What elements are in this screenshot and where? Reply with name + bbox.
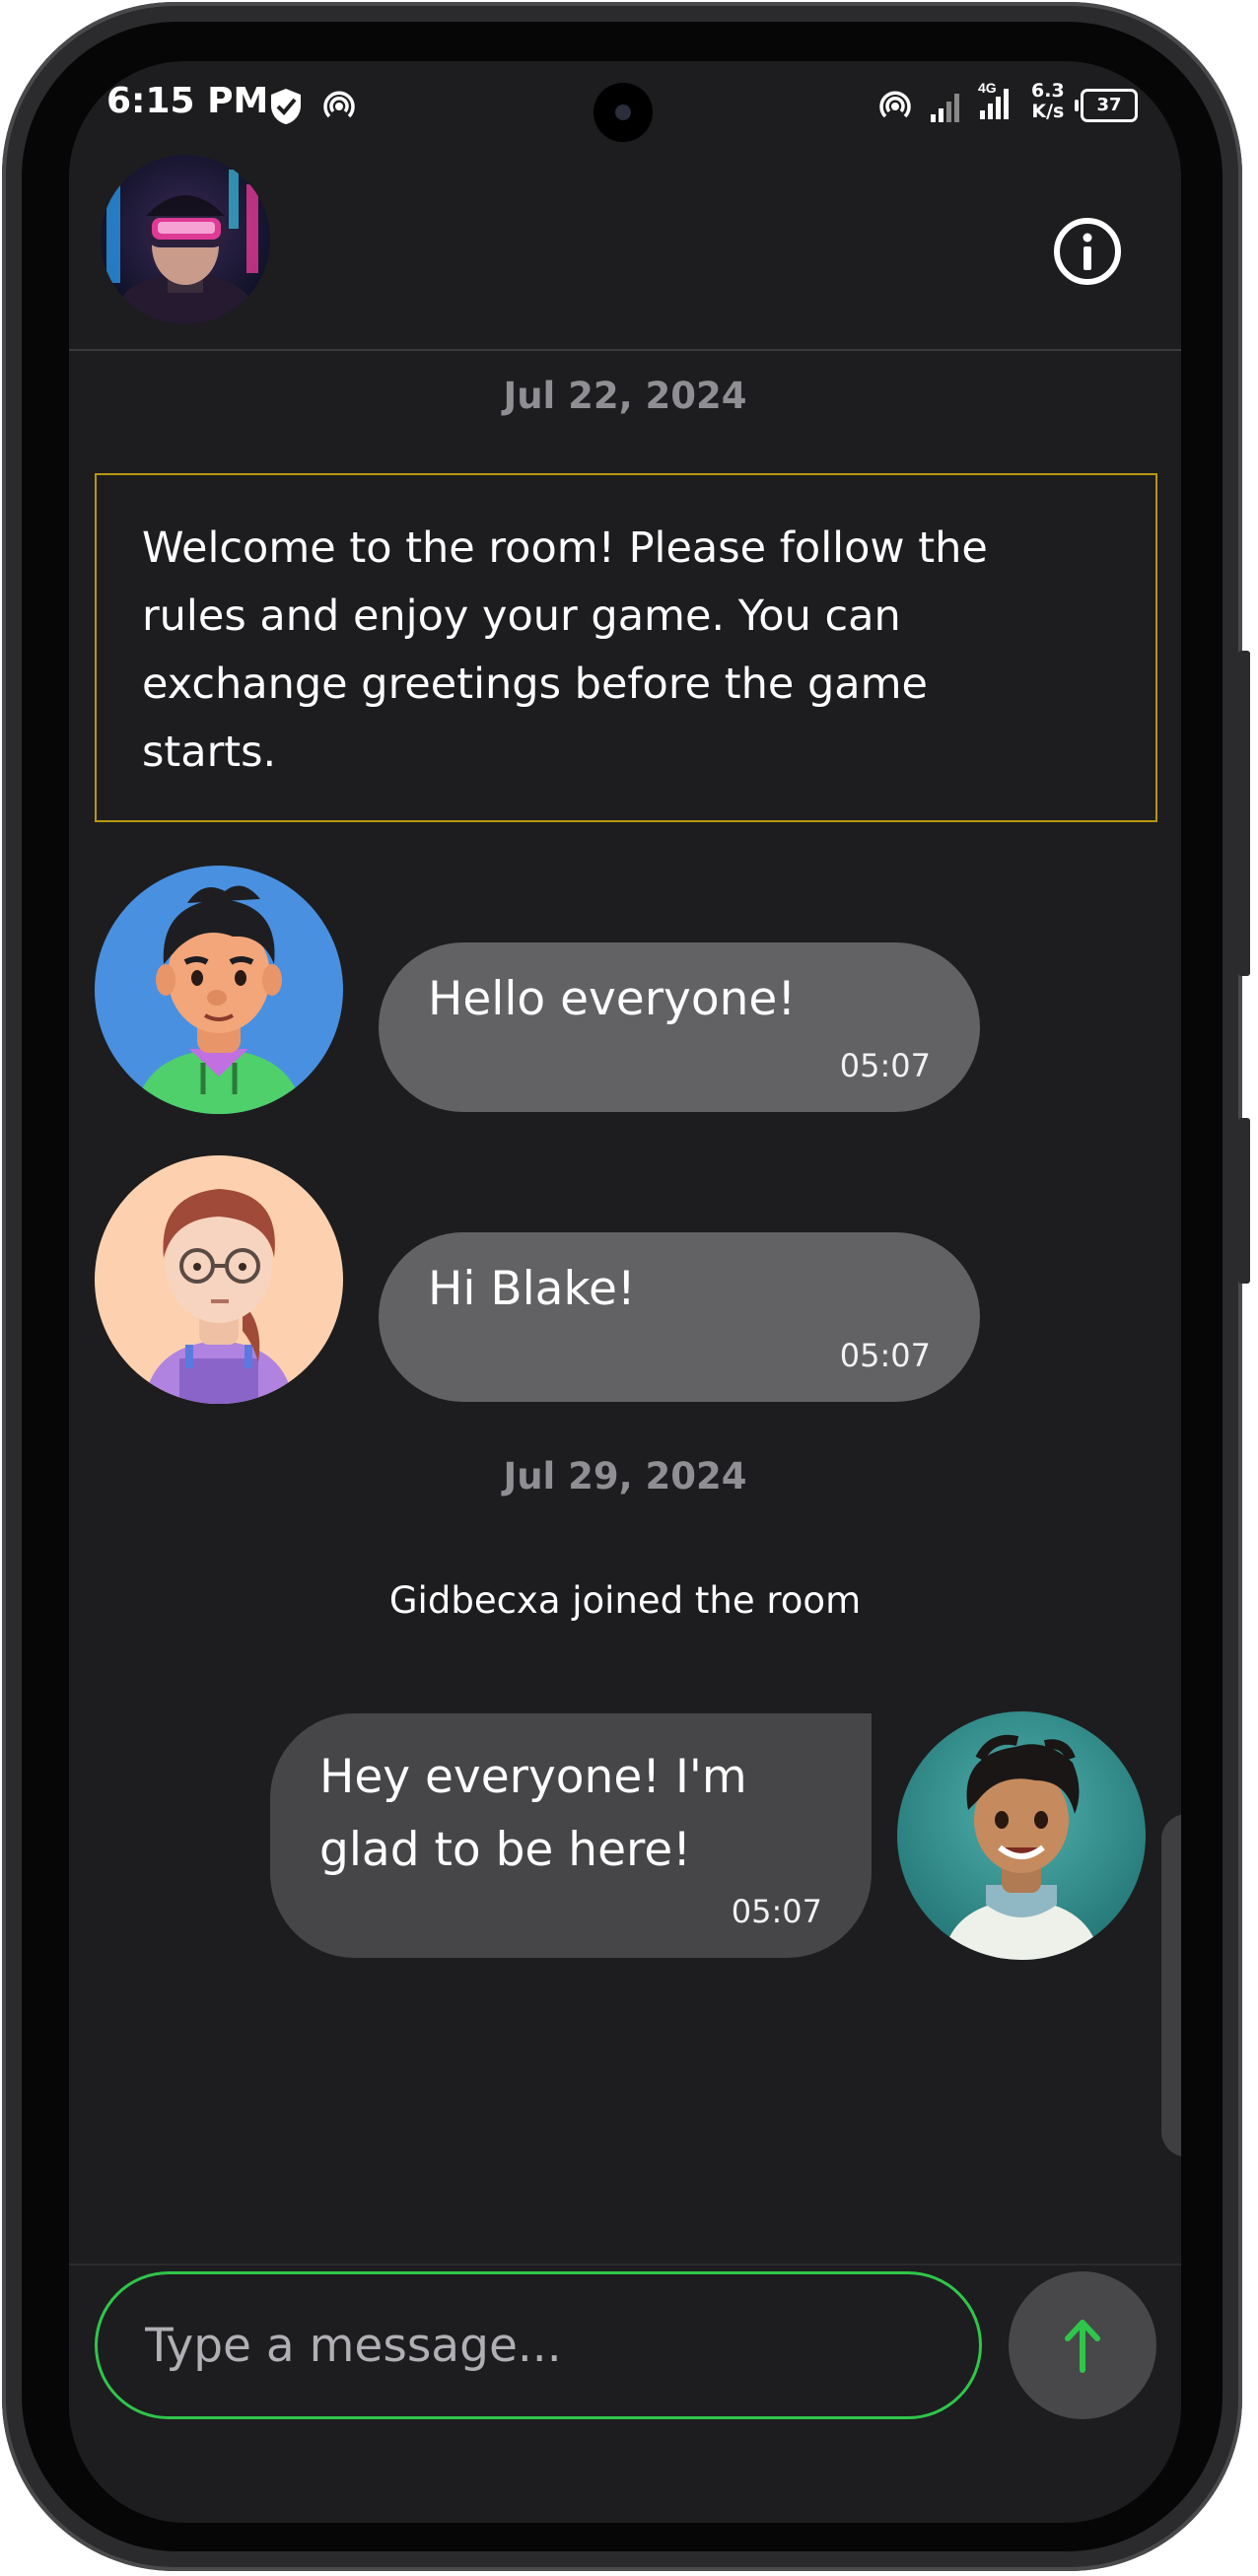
welcome-line: exchange greetings before the game [142,660,928,709]
message-input[interactable] [95,2271,982,2419]
message-time: 05:07 [839,1337,931,1374]
network-type-label: 4G [978,80,997,96]
own-message-bubble[interactable]: Hey everyone! I'm glad to be here! 05:07 [270,1713,872,1958]
message-text: Hi Blake! [428,1262,636,1316]
front-camera [594,83,653,142]
shield-check-icon [268,87,304,130]
avatar[interactable] [95,866,343,1114]
composer-divider [69,2263,1181,2265]
info-button[interactable] [1053,217,1122,286]
room-avatar[interactable] [101,155,270,324]
net-speed-unit: K/s [1031,101,1065,122]
phone-frame: 6:15 PM 4G 6.3 K/s 37 Jul 22, 2024 Welco… [2,2,1250,2571]
edge-panel-handle[interactable] [1161,1814,1181,2157]
avatar[interactable] [95,1155,343,1404]
net-speed: 6.3 K/s [1031,81,1065,122]
signal-icon [929,91,964,128]
arrow-up-icon [1065,2320,1100,2373]
welcome-line: rules and enjoy your game. You can [142,592,901,641]
welcome-notice: Welcome to the room! Please follow the r… [95,473,1157,822]
net-speed-value: 6.3 [1031,80,1065,102]
message-time: 05:07 [839,1047,931,1084]
send-button[interactable] [1009,2271,1156,2419]
header-divider [69,349,1181,351]
power-button [1238,651,1250,976]
system-message: Gidbecxa joined the room [388,1579,862,1622]
battery-level: 37 [1096,95,1122,115]
app-screen: 6:15 PM 4G 6.3 K/s 37 Jul 22, 2024 Welco… [69,61,1181,2523]
signal-4g-icon: 4G [976,79,1019,126]
own-message-line: Hey everyone! I'm [319,1750,747,1804]
own-message-line: glad to be here! [319,1823,692,1877]
welcome-line: starts. [142,728,277,777]
battery-icon: 37 [1075,89,1138,122]
status-time: 6:15 PM [106,81,269,121]
date-separator: Jul 22, 2024 [503,375,747,417]
own-avatar[interactable] [897,1711,1146,1960]
hotspot-icon [321,89,357,128]
volume-button [1238,1118,1250,1284]
date-separator: Jul 29, 2024 [503,1455,747,1497]
welcome-line: Welcome to the room! Please follow the [142,523,988,573]
message-bubble[interactable]: Hello everyone! 05:07 [379,942,980,1112]
own-message-text: Hey everyone! I'm glad to be here! [319,1741,747,1887]
info-icon [1054,218,1121,285]
message-time: 05:07 [731,1893,822,1930]
message-bubble[interactable]: Hi Blake! 05:07 [379,1232,980,1402]
hotspot-icon [877,89,913,128]
message-text: Hello everyone! [428,972,797,1026]
